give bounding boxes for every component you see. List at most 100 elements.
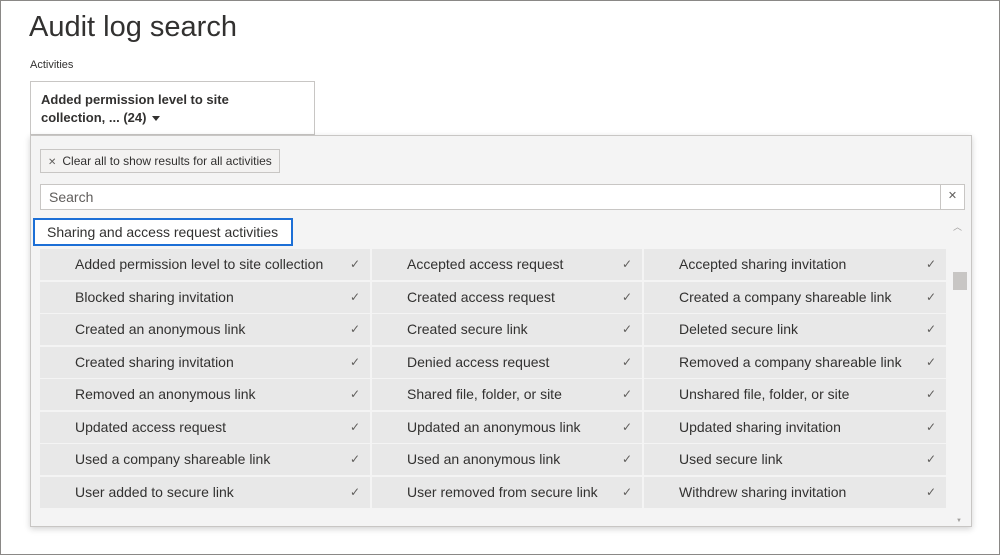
activity-item-label: Updated access request (75, 418, 226, 435)
activity-item-label: Updated an anonymous link (407, 418, 581, 435)
scrollbar[interactable]: ︿ ▼ (951, 218, 967, 524)
activities-dropdown-line1: Added permission level to site (41, 92, 229, 107)
activity-item-label: Removed an anonymous link (75, 386, 256, 402)
checkmark-icon: ✓ (621, 354, 632, 369)
activity-item-label: Denied access request (407, 353, 550, 370)
checkmark-icon: ✓ (925, 387, 936, 401)
checkmark-icon: ✓ (349, 257, 360, 271)
checkmark-icon: ✓ (621, 484, 632, 499)
checkmark-icon: ✓ (349, 387, 360, 401)
checkmark-icon: ✓ (925, 419, 936, 434)
checkmark-icon: ✓ (925, 257, 936, 271)
checkmark-icon: ✓ (925, 354, 936, 369)
activity-item-label: Created sharing invitation (75, 353, 234, 370)
caret-down-icon (152, 116, 161, 122)
page-title: Audit log search (29, 11, 237, 43)
activity-item[interactable]: Used secure link ✓ (644, 444, 946, 475)
activities-dropdown-line2: collection, ... (24) (41, 110, 147, 125)
activity-item[interactable]: Withdrew sharing invitation ✓ (644, 476, 946, 508)
activity-item[interactable]: Removed a company shareable link ✓ (644, 346, 946, 378)
checkmark-icon: ✓ (621, 387, 632, 401)
activities-panel: ✕ Clear all to show results for all activ… (30, 135, 972, 527)
activity-item-label: Used a company shareable link (75, 451, 271, 467)
checkmark-icon: ✓ (621, 452, 632, 466)
activity-item-label: Withdrew sharing invitation (679, 483, 847, 500)
activity-item-label: User added to secure link (75, 483, 234, 500)
checkmark-icon: ✓ (621, 322, 632, 336)
activity-item-label: Used secure link (679, 451, 783, 467)
activity-item[interactable]: Blocked sharing invitation ✓ (40, 281, 370, 313)
activity-item-label: User removed from secure link (407, 483, 598, 500)
checkmark-icon: ✓ (349, 289, 360, 304)
search-box: ✕ (40, 184, 965, 210)
activity-item-label: Deleted secure link (679, 321, 799, 337)
activity-row: Created an anonymous link ✓ Created secure… (40, 314, 946, 347)
scroll-down-icon[interactable]: ▼ (956, 518, 962, 524)
checkmark-icon: ✓ (349, 354, 360, 369)
activity-item[interactable]: Accepted access request ✓ (372, 249, 642, 280)
activity-item-label: Used an anonymous link (407, 451, 561, 467)
checkmark-icon: ✓ (621, 289, 632, 304)
activity-item-label: Accepted access request (407, 256, 564, 272)
activity-item-label: Updated sharing invitation (679, 418, 841, 435)
activity-item[interactable]: User added to secure link ✓ (40, 476, 370, 508)
activity-row: User added to secure link ✓ User removed f… (40, 476, 946, 510)
scroll-thumb[interactable] (953, 272, 967, 290)
search-input[interactable] (41, 185, 921, 209)
activity-item[interactable]: Updated sharing invitation ✓ (644, 411, 946, 443)
activity-item[interactable]: Denied access request ✓ (372, 346, 642, 378)
activities-dropdown[interactable]: Added permission level to site collectio… (30, 81, 315, 135)
activity-item-label: Added permission level to site collectio… (75, 256, 324, 272)
checkmark-icon: ✓ (925, 322, 936, 336)
search-clear-button[interactable]: ✕ (940, 185, 964, 209)
checkmark-icon: ✓ (621, 419, 632, 434)
app-frame: Audit log search Activities Added permis… (0, 0, 1000, 555)
activity-item[interactable]: User removed from secure link ✓ (372, 476, 642, 508)
activity-item[interactable]: Used a company shareable link ✓ (40, 444, 370, 475)
activity-item-label: Accepted sharing invitation (679, 256, 847, 272)
close-icon: ✕ (947, 190, 958, 202)
checkmark-icon: ✓ (349, 452, 360, 466)
activity-item[interactable]: Created access request ✓ (372, 281, 642, 313)
activity-row: Used a company shareable link ✓ Used an an… (40, 444, 946, 477)
checkmark-icon: ✓ (925, 289, 936, 304)
activity-item-label: Shared file, folder, or site (407, 386, 562, 402)
activity-item[interactable]: Created a company shareable link ✓ (644, 281, 946, 313)
activity-item-label: Unshared file, folder, or site (679, 386, 850, 402)
activity-item-label: Created an anonymous link (75, 321, 246, 337)
category-header[interactable]: Sharing and access request activities (33, 218, 293, 246)
checkmark-icon: ✓ (925, 484, 936, 499)
checkmark-icon: ✓ (349, 322, 360, 336)
activity-item[interactable]: Deleted secure link ✓ (644, 314, 946, 345)
checkmark-icon: ✓ (925, 452, 936, 466)
activity-item[interactable]: Accepted sharing invitation ✓ (644, 249, 946, 280)
checkmark-icon: ✓ (349, 484, 360, 499)
activity-row: Created sharing invitation ✓ Denied access… (40, 346, 946, 380)
activity-row: Removed an anonymous link ✓ Shared file, f… (40, 379, 946, 412)
activity-item[interactable]: Updated access request ✓ (40, 411, 370, 443)
scroll-up-icon[interactable]: ︿ (953, 220, 962, 233)
activity-item[interactable]: Updated an anonymous link ✓ (372, 411, 642, 443)
activity-item[interactable]: Used an anonymous link ✓ (372, 444, 642, 475)
activity-row: Blocked sharing invitation ✓ Created acces… (40, 281, 946, 315)
checkmark-icon: ✓ (621, 257, 632, 271)
activity-item-label: Created secure link (407, 321, 528, 337)
activity-item[interactable]: Removed an anonymous link ✓ (40, 379, 370, 410)
activity-item[interactable]: Added permission level to site collectio… (40, 249, 370, 280)
activity-item-label: Created a company shareable link (679, 288, 892, 305)
activity-item[interactable]: Created secure link ✓ (372, 314, 642, 345)
checkmark-icon: ✓ (349, 419, 360, 434)
activity-item-label: Removed a company shareable link (679, 353, 902, 370)
activities-label: Activities (30, 59, 74, 71)
activity-item-label: Blocked sharing invitation (75, 288, 234, 305)
clear-all-button[interactable]: ✕ Clear all to show results for all activ… (40, 149, 280, 173)
activity-item[interactable]: Created an anonymous link ✓ (40, 314, 370, 345)
activity-item[interactable]: Shared file, folder, or site ✓ (372, 379, 642, 410)
activity-row: Added permission level to site collectio… (40, 249, 946, 282)
activity-item[interactable]: Unshared file, folder, or site ✓ (644, 379, 946, 410)
activity-item[interactable]: Created sharing invitation ✓ (40, 346, 370, 378)
clear-all-label: Clear all to show results for all activi… (62, 154, 272, 168)
activity-item-label: Created access request (407, 288, 555, 305)
close-icon: ✕ (48, 157, 57, 168)
activity-grid: Added permission level to site collectio… (40, 249, 946, 509)
